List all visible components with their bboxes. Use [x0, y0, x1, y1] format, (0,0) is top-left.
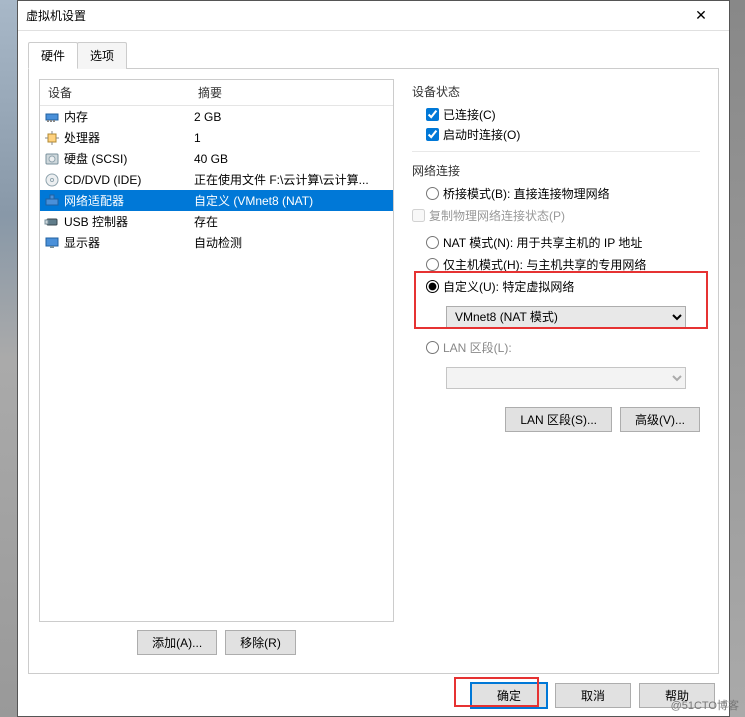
- ok-button[interactable]: 确定: [471, 683, 547, 708]
- device-summary: 自动检测: [194, 234, 389, 251]
- tab-hardware[interactable]: 硬件: [28, 42, 78, 69]
- network-connection-label: 网络连接: [412, 162, 700, 179]
- advanced-button[interactable]: 高级(V)...: [620, 407, 700, 432]
- hostonly-radio[interactable]: 仅主机模式(H): 与主机共享的专用网络: [426, 256, 700, 273]
- memory-icon: [44, 109, 60, 125]
- dialog-footer: 确定 取消 帮助: [18, 674, 729, 716]
- usb-icon: [44, 214, 60, 230]
- hostonly-input[interactable]: [426, 258, 439, 271]
- device-status-label: 设备状态: [412, 83, 700, 100]
- vm-settings-dialog: 虚拟机设置 ✕ 硬件 选项 设备 摘要 内存 2 GB 处理器 1 硬盘 (SCSI) 4…: [17, 0, 730, 717]
- replicate-checkbox: 复制物理网络连接状态(P): [412, 207, 700, 224]
- nat-input[interactable]: [426, 236, 439, 249]
- settings-panel: 设备状态 已连接(C) 启动时连接(O) 网络连接 桥接模式(B): 直接连接物…: [404, 79, 708, 663]
- lan-input[interactable]: [426, 341, 439, 354]
- connect-at-power-on-checkbox[interactable]: 启动时连接(O): [426, 126, 700, 143]
- device-summary: 1: [194, 131, 389, 145]
- cancel-button[interactable]: 取消: [555, 683, 631, 708]
- connected-input[interactable]: [426, 108, 439, 121]
- cd-icon: [44, 172, 60, 188]
- column-summary: 摘要: [190, 80, 393, 105]
- tab-strip: 硬件 选项: [28, 41, 719, 69]
- lan-segment-radio[interactable]: LAN 区段(L):: [426, 339, 700, 356]
- close-icon[interactable]: ✕: [681, 2, 721, 30]
- device-row[interactable]: CD/DVD (IDE) 正在使用文件 F:\云计算\云计算...: [40, 169, 393, 190]
- device-name: 处理器: [64, 129, 100, 146]
- network-icon: [44, 193, 60, 209]
- nat-radio[interactable]: NAT 模式(N): 用于共享主机的 IP 地址: [426, 234, 700, 251]
- device-list[interactable]: 设备 摘要 内存 2 GB 处理器 1 硬盘 (SCSI) 40 GB CD/DVD (ID…: [39, 79, 394, 622]
- device-name: 硬盘 (SCSI): [64, 150, 127, 167]
- cpu-icon: [44, 130, 60, 146]
- custom-input[interactable]: [426, 280, 439, 293]
- device-summary: 存在: [194, 213, 389, 230]
- disk-icon: [44, 151, 60, 167]
- dialog-title: 虚拟机设置: [26, 7, 681, 24]
- device-summary: 40 GB: [194, 152, 389, 166]
- device-row[interactable]: 显示器 自动检测: [40, 232, 393, 253]
- titlebar: 虚拟机设置 ✕: [18, 1, 729, 31]
- device-row[interactable]: 硬盘 (SCSI) 40 GB: [40, 148, 393, 169]
- device-summary: 自定义 (VMnet8 (NAT): [194, 192, 389, 209]
- device-name: 内存: [64, 108, 88, 125]
- bridged-radio[interactable]: 桥接模式(B): 直接连接物理网络: [426, 185, 700, 202]
- custom-radio[interactable]: 自定义(U): 特定虚拟网络: [426, 278, 700, 295]
- add-button[interactable]: 添加(A)...: [137, 630, 217, 655]
- remove-button[interactable]: 移除(R): [225, 630, 296, 655]
- device-name: CD/DVD (IDE): [64, 173, 141, 187]
- device-row[interactable]: USB 控制器 存在: [40, 211, 393, 232]
- device-name: 显示器: [64, 234, 100, 251]
- lan-segments-button[interactable]: LAN 区段(S)...: [505, 407, 612, 432]
- custom-network-dropdown[interactable]: VMnet8 (NAT 模式): [446, 306, 686, 328]
- device-row[interactable]: 内存 2 GB: [40, 106, 393, 127]
- display-icon: [44, 235, 60, 251]
- column-device: 设备: [40, 80, 190, 105]
- device-list-header: 设备 摘要: [40, 80, 393, 106]
- watermark: @51CTO博客: [671, 697, 739, 713]
- device-row[interactable]: 处理器 1: [40, 127, 393, 148]
- replicate-input: [412, 209, 425, 222]
- connect-at-power-on-input[interactable]: [426, 128, 439, 141]
- connected-checkbox[interactable]: 已连接(C): [426, 106, 700, 123]
- tab-options[interactable]: 选项: [77, 42, 127, 69]
- device-summary: 正在使用文件 F:\云计算\云计算...: [194, 171, 389, 188]
- device-name: USB 控制器: [64, 213, 128, 230]
- device-row[interactable]: 网络适配器 自定义 (VMnet8 (NAT): [40, 190, 393, 211]
- lan-segment-dropdown: [446, 367, 686, 389]
- device-summary: 2 GB: [194, 110, 389, 124]
- bridged-input[interactable]: [426, 187, 439, 200]
- device-name: 网络适配器: [64, 192, 124, 209]
